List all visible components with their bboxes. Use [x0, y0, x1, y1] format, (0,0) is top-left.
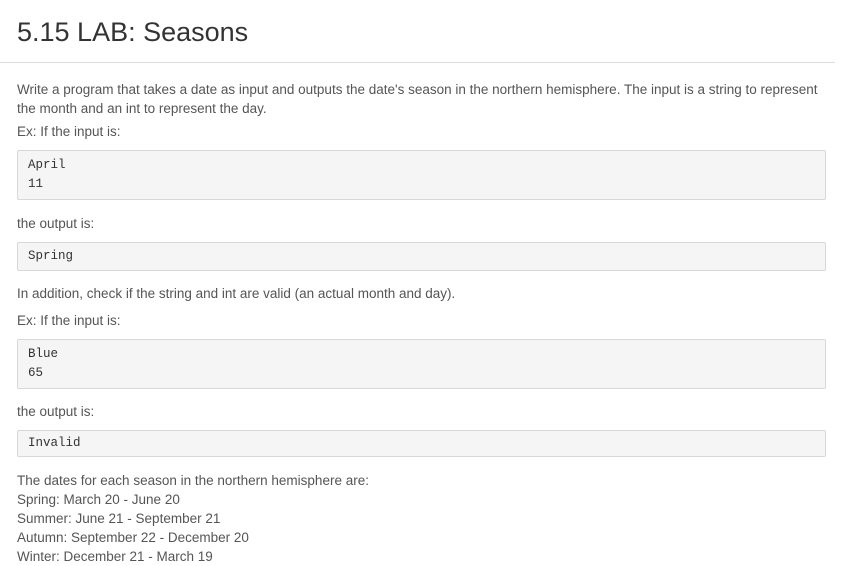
output1-label: the output is: [17, 216, 95, 231]
season-list: Spring: March 20 - June 20 Summer: June … [17, 490, 826, 566]
season-autumn: Autumn: September 22 - December 20 [17, 530, 249, 545]
code-line: 65 [28, 366, 44, 380]
example2-label: Ex: If the input is: [17, 313, 121, 328]
season-spring: Spring: March 20 - June 20 [17, 492, 180, 507]
season-winter: Winter: December 21 - March 19 [17, 549, 213, 564]
example1-input-block: April 11 [17, 150, 826, 200]
output2-label: the output is: [17, 404, 95, 419]
intro-paragraph: Write a program that takes a date as inp… [17, 82, 818, 116]
code-line: Blue [28, 347, 59, 361]
code-line: Invalid [28, 436, 81, 450]
season-summer: Summer: June 21 - September 21 [17, 511, 221, 526]
example2-output-block: Invalid [17, 430, 826, 457]
validation-paragraph: In addition, check if the string and int… [17, 286, 456, 301]
example1-output-block: Spring [17, 242, 826, 271]
example2-input-block: Blue 65 [17, 339, 826, 389]
lab-page: 5.15 LAB: Seasons Write a program that t… [0, 0, 852, 564]
example1-label: Ex: If the input is: [17, 124, 121, 139]
code-line: April [28, 158, 66, 172]
page-title: 5.15 LAB: Seasons [17, 17, 249, 47]
dates-intro: The dates for each season in the norther… [17, 473, 369, 488]
code-line: 11 [28, 177, 44, 191]
title-divider [0, 62, 835, 63]
code-line: Spring [28, 249, 74, 263]
